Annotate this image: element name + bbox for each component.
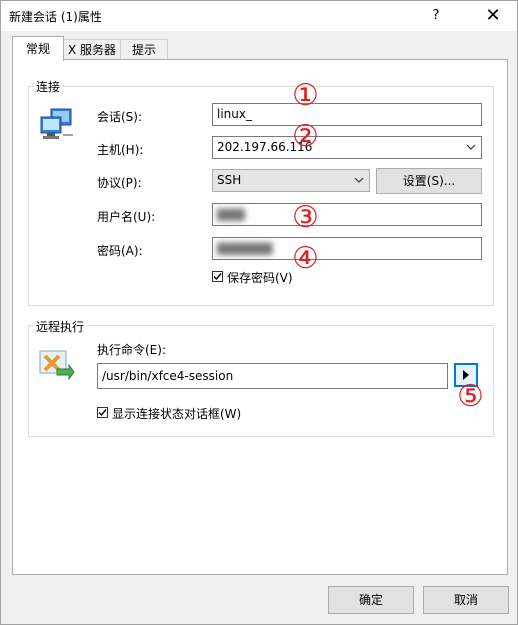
command-label: 执行命令(E): bbox=[97, 343, 166, 357]
cancel-button[interactable]: 取消 bbox=[423, 586, 509, 614]
annotation-marker-1: ① bbox=[292, 78, 319, 113]
close-button[interactable]: ✕ bbox=[473, 1, 513, 31]
tab-x-server[interactable]: X 服务器 bbox=[62, 39, 122, 60]
tab-panel-general: 连接 会话(S): linux_ 主机(H): 202.197.66.116 协… bbox=[12, 59, 508, 575]
command-input[interactable]: /usr/bin/xfce4-session bbox=[97, 363, 448, 389]
session-name-input[interactable]: linux_ bbox=[212, 103, 482, 126]
dialog-window: 新建会话 (1)属性 ? ✕ 常规 X 服务器 提示 连接 会话(S): lin… bbox=[0, 0, 518, 625]
annotation-marker-5: ⑤ bbox=[457, 379, 484, 414]
chevron-down-icon bbox=[466, 144, 476, 150]
session-label: 会话(S): bbox=[97, 110, 143, 124]
title-bar: 新建会话 (1)属性 ? ✕ bbox=[1, 1, 517, 31]
checkmark-icon bbox=[98, 409, 107, 417]
protocol-label: 协议(P): bbox=[97, 176, 142, 190]
tab-prompt[interactable]: 提示 bbox=[120, 39, 168, 60]
chevron-down-icon bbox=[354, 177, 364, 183]
window-title: 新建会话 (1)属性 bbox=[9, 10, 102, 24]
connection-group-label: 连接 bbox=[33, 78, 64, 95]
ok-button[interactable]: 确定 bbox=[328, 586, 414, 614]
save-password-checkbox[interactable] bbox=[212, 271, 223, 282]
annotation-marker-2: ② bbox=[292, 119, 319, 154]
protocol-select[interactable]: SSH bbox=[212, 169, 370, 192]
checkmark-icon bbox=[213, 273, 222, 281]
annotation-marker-4: ④ bbox=[292, 241, 319, 276]
show-status-dialog-checkbox[interactable] bbox=[97, 407, 108, 418]
help-button[interactable]: ? bbox=[421, 1, 451, 31]
host-label: 主机(H): bbox=[97, 143, 144, 157]
username-input[interactable]: ▇▇▇ bbox=[212, 203, 482, 226]
protocol-value: SSH bbox=[217, 173, 242, 187]
password-input[interactable]: ▇▇▇▇▇▇ bbox=[212, 237, 482, 260]
show-status-dialog-label: 显示连接状态对话框(W) bbox=[112, 407, 242, 421]
remote-exec-group-label: 远程执行 bbox=[33, 318, 88, 335]
annotation-marker-3: ③ bbox=[292, 200, 319, 235]
redacted-password: ▇▇▇▇▇▇ bbox=[217, 241, 273, 255]
username-label: 用户名(U): bbox=[97, 210, 156, 224]
tab-general[interactable]: 常规 bbox=[12, 36, 64, 61]
redacted-username: ▇▇▇ bbox=[217, 207, 245, 221]
settings-button[interactable]: 设置(S)... bbox=[376, 168, 482, 194]
xfce-launch-icon bbox=[39, 349, 75, 384]
password-label: 密码(A): bbox=[97, 244, 143, 258]
host-combobox[interactable]: 202.197.66.116 bbox=[212, 136, 482, 159]
network-computer-icon bbox=[39, 107, 75, 146]
save-password-label: 保存密码(V) bbox=[227, 271, 293, 285]
